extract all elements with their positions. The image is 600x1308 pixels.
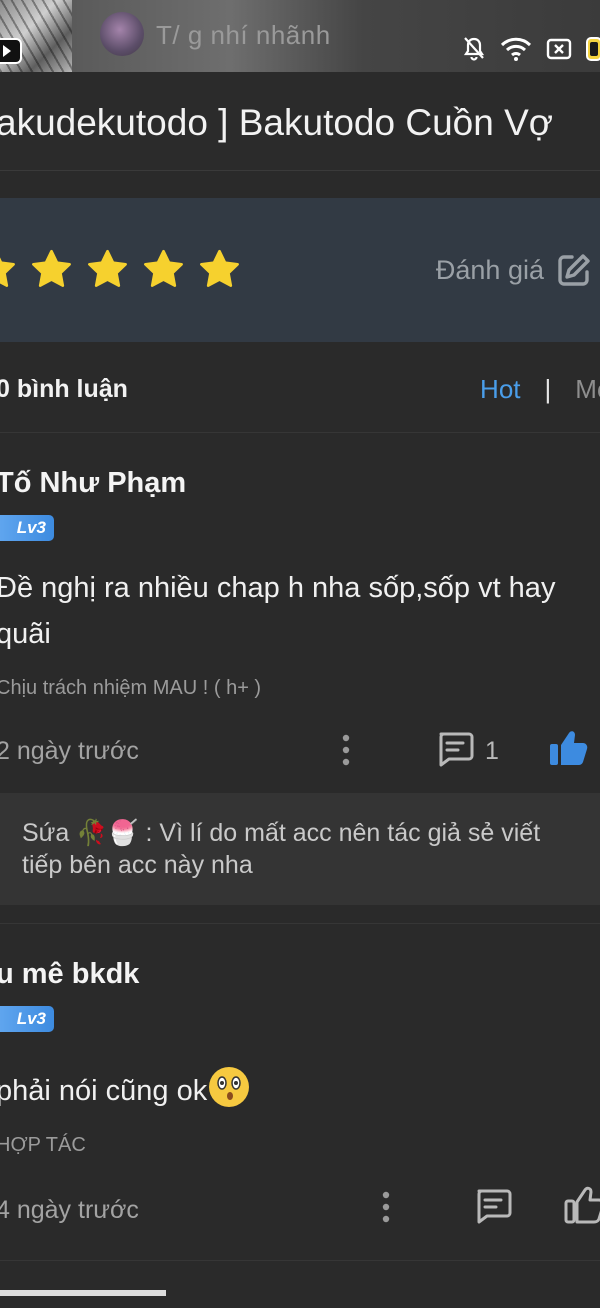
star-icon[interactable] xyxy=(198,248,241,291)
comment-time: 2 ngày trước xyxy=(0,737,139,765)
rate-button[interactable]: Đánh giá xyxy=(436,252,592,288)
comments-header: 0 bình luận Hot | Mớ xyxy=(0,342,600,433)
star-icon[interactable] xyxy=(142,248,185,291)
tab-new[interactable]: Mớ xyxy=(575,374,600,405)
star-icon[interactable] xyxy=(86,248,129,291)
comment-username[interactable]: u mê bkdk xyxy=(0,958,139,991)
reply-icon[interactable] xyxy=(474,1188,512,1224)
comment-item: Tố Như Phạm Lv3 Đề nghị ra nhiều chap h … xyxy=(0,433,600,924)
tab-separator: | xyxy=(544,374,552,404)
background-username: T/ g nhí nhãnh xyxy=(156,20,331,50)
comment-item: u mê bkdk Lv3 phải nói cũng ok HỢP TÁC 4… xyxy=(0,924,600,1264)
status-bar: T/ g nhí nhãnh xyxy=(0,0,600,72)
divider xyxy=(0,1260,600,1261)
reply-author: Sứa xyxy=(22,819,70,847)
reply-count: 1 xyxy=(485,737,499,765)
sort-tabs: Hot | Mớ xyxy=(480,374,600,405)
comment-item-partial xyxy=(0,1268,600,1308)
rate-button-label: Đánh giá xyxy=(435,254,544,285)
reply-emoji: 🥀🍧 xyxy=(76,819,139,847)
bell-off-icon xyxy=(463,37,485,61)
comment-time: 4 ngày trước xyxy=(0,1196,139,1224)
comment-body: phải nói cũng ok xyxy=(0,1067,596,1114)
story-header: akudekutodo ] Bakutodo Cuồn Vợ xyxy=(0,72,600,171)
rating-panel: Đánh giá xyxy=(0,198,600,342)
reply-icon[interactable] xyxy=(436,731,474,767)
reply-preview[interactable]: Sứa 🥀🍧 : Vì lí do mất acc nên tác giả sẻ… xyxy=(0,793,600,905)
user-signature: Chịu trách nhiệm MAU ! ( h+ ) xyxy=(0,677,262,699)
sim-icon xyxy=(546,38,572,60)
edit-icon xyxy=(558,254,590,286)
level-badge: Lv3 xyxy=(0,515,54,541)
youtube-icon xyxy=(0,38,22,64)
wifi-icon xyxy=(500,37,532,61)
comment-count: 0 bình luận xyxy=(0,375,128,403)
story-title: akudekutodo ] Bakutodo Cuồn Vợ xyxy=(0,102,554,143)
tab-hot[interactable]: Hot xyxy=(480,374,520,405)
comment-body-text: phải nói cũng ok xyxy=(0,1075,208,1107)
comment-username[interactable]: Tố Như Phạm xyxy=(0,467,186,500)
status-icons xyxy=(462,34,600,64)
level-badge: Lv3 xyxy=(0,1006,54,1032)
hushed-face-icon xyxy=(209,1067,250,1108)
battery-icon xyxy=(586,37,600,61)
star-icon[interactable] xyxy=(30,248,73,291)
rating-stars[interactable] xyxy=(0,248,241,291)
more-options-icon[interactable] xyxy=(380,1190,392,1224)
user-signature: HỢP TÁC xyxy=(0,1134,86,1156)
avatar xyxy=(100,12,144,56)
star-icon[interactable] xyxy=(0,248,17,291)
comment-body: Đề nghị ra nhiều chap h nha sốp,sốp vt h… xyxy=(0,572,556,650)
like-icon[interactable] xyxy=(564,1186,600,1224)
comment-username-partial xyxy=(0,1290,176,1304)
reply-content: Sứa 🥀🍧 : Vì lí do mất acc nên tác giả sẻ… xyxy=(22,817,582,881)
like-icon[interactable] xyxy=(548,729,588,767)
more-options-icon[interactable] xyxy=(340,733,352,767)
